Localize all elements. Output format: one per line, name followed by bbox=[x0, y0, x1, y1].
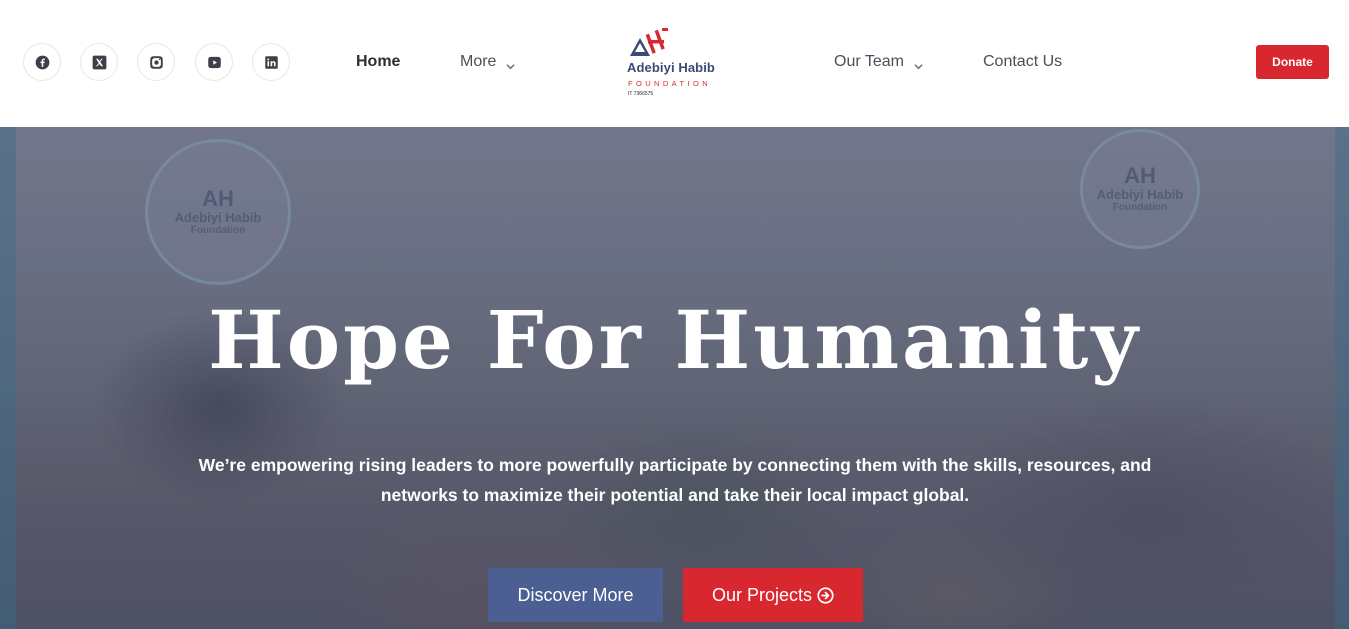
site-logo[interactable]: Adebiyi Habib FOUNDATION IT 7366575 bbox=[618, 26, 738, 102]
nav-home-label: Home bbox=[356, 53, 401, 70]
site-header: Home More Adebiyi Habib FOUNDATION IT 73… bbox=[0, 0, 1349, 127]
nav-our-team-label: Our Team bbox=[834, 53, 904, 70]
youtube-icon[interactable] bbox=[195, 43, 233, 81]
facebook-icon[interactable] bbox=[23, 43, 61, 81]
x-twitter-icon[interactable] bbox=[80, 43, 118, 81]
hero-title: Hope For Humanity bbox=[208, 293, 1141, 387]
nav-contact-us[interactable]: Contact Us bbox=[983, 52, 1062, 72]
hero-description: We’re empowering rising leaders to more … bbox=[198, 455, 1152, 505]
discover-more-button[interactable]: Discover More bbox=[488, 568, 663, 622]
donate-button[interactable]: Donate bbox=[1256, 45, 1329, 79]
discover-more-label: Discover More bbox=[517, 584, 634, 605]
our-projects-button[interactable]: Our Projects bbox=[683, 568, 863, 622]
logo-registration: IT 7366575 bbox=[628, 91, 654, 97]
nav-home[interactable]: Home bbox=[356, 52, 400, 72]
hero-section: AH Adebiyi Habib Foundation AH Adebiyi H… bbox=[0, 127, 1349, 629]
logo-subtitle: FOUNDATION bbox=[628, 79, 712, 88]
logo-name: Adebiyi Habib bbox=[627, 60, 715, 75]
logo-mark-icon bbox=[630, 28, 668, 56]
instagram-icon[interactable] bbox=[137, 43, 175, 81]
nav-contact-us-label: Contact Us bbox=[983, 53, 1063, 70]
chevron-down-icon bbox=[914, 57, 923, 70]
linkedin-icon[interactable] bbox=[252, 43, 290, 81]
arrow-circle-right-icon bbox=[817, 586, 834, 604]
nav-more[interactable]: More bbox=[460, 52, 516, 72]
nav-our-team[interactable]: Our Team bbox=[834, 52, 923, 72]
our-projects-label: Our Projects bbox=[711, 584, 813, 605]
nav-more-label: More bbox=[460, 53, 497, 70]
chevron-down-icon bbox=[506, 57, 516, 70]
